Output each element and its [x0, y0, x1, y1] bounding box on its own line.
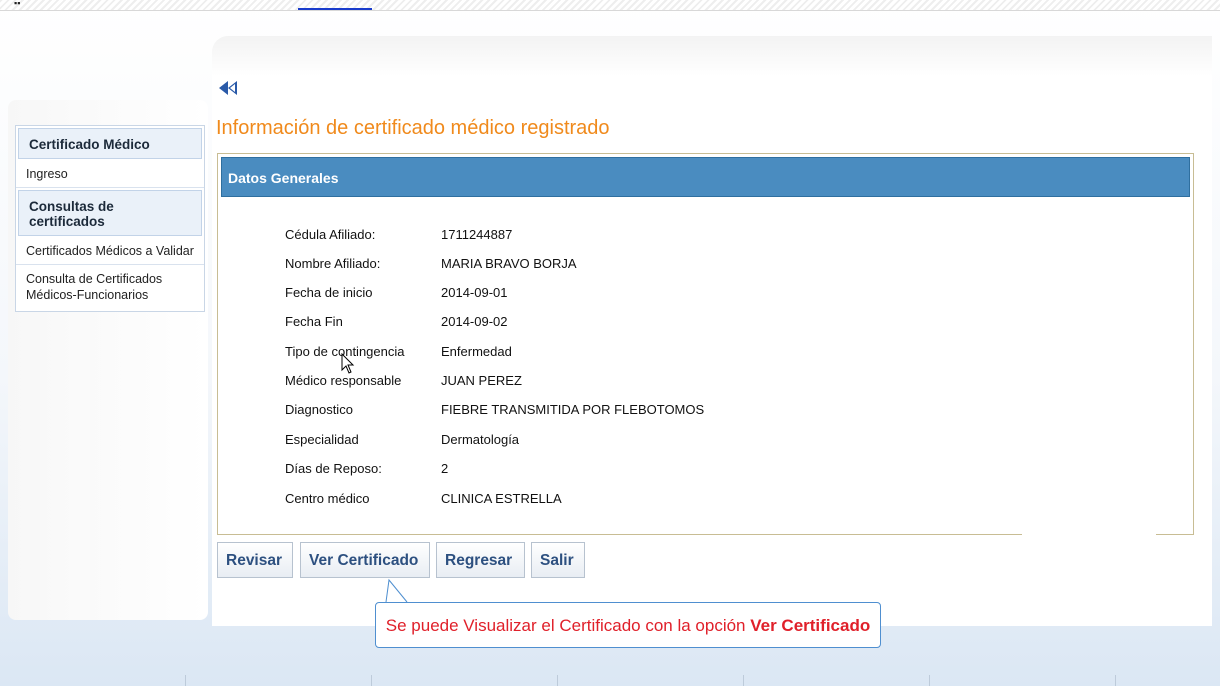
sidebar-item-consulta-line1: Consulta de Certificados — [26, 272, 163, 286]
sidebar-item-ingreso[interactable]: Ingreso — [16, 161, 204, 188]
top-link-underline[interactable] — [298, 8, 372, 10]
field-value-tipo-contingencia: Enfermedad — [441, 344, 512, 359]
field-label-cedula: Cédula Afiliado: — [285, 227, 376, 242]
card-border-gap — [1022, 527, 1156, 539]
field-label-medico: Médico responsable — [285, 373, 402, 388]
field-label-centro-medico: Centro médico — [285, 491, 370, 506]
field-value-cedula: 1711244887 — [441, 227, 513, 242]
salir-button[interactable]: Salir — [531, 542, 585, 578]
sidebar-section-certificado-medico: Certificado Médico — [18, 128, 202, 159]
bottom-decoration — [0, 675, 1220, 686]
callout-text: Se puede Visualizar el Certificado con l… — [385, 616, 751, 635]
back-double-arrow-icon[interactable] — [218, 80, 240, 96]
field-value-nombre: MARIA BRAVO BORJA — [441, 256, 577, 271]
help-callout: Se puede Visualizar el Certificado con l… — [375, 602, 881, 648]
mouse-pointer-icon — [341, 353, 355, 374]
callout-emphasis: Ver Certificado — [750, 616, 871, 635]
field-label-tipo-contingencia: Tipo de contingencia — [285, 344, 405, 359]
field-label-diagnostico: Diagnostico — [285, 402, 353, 417]
top-strip — [0, 0, 1220, 11]
section-header: Datos Generales — [221, 157, 1190, 197]
revisar-button[interactable]: Revisar — [217, 542, 293, 578]
field-value-centro-medico: CLINICA ESTRELLA — [441, 491, 562, 506]
sidebar-item-certificados-a-validar[interactable]: Certificados Médicos a Validar — [16, 238, 204, 265]
sidebar-section-consultas: Consultas de certificados — [18, 190, 202, 236]
field-value-dias-reposo: 2 — [441, 461, 449, 476]
field-value-fecha-fin: 2014-09-02 — [441, 314, 508, 329]
sidebar: Certificado Médico Ingreso Consultas de … — [15, 125, 205, 312]
sidebar-item-consulta-line2: Médicos-Funcionarios — [26, 288, 149, 302]
regresar-button[interactable]: Regresar — [436, 542, 525, 578]
field-value-fecha-inicio: 2014-09-01 — [441, 285, 508, 300]
field-value-diagnostico: FIEBRE TRANSMITIDA POR FLEBOTOMOS — [441, 402, 705, 417]
field-label-fecha-fin: Fecha Fin — [285, 314, 343, 329]
field-label-especialidad: Especialidad — [285, 432, 359, 447]
page-title: Información de certificado médico regist… — [216, 117, 610, 139]
field-label-dias-reposo: Días de Reposo: — [285, 461, 382, 476]
ver-certificado-button[interactable]: Ver Certificado — [300, 542, 430, 578]
sidebar-item-consulta-funcionarios[interactable]: Consulta de Certificados Médicos-Funcion… — [16, 265, 204, 311]
top-corner-mark: ▪▪ — [14, 0, 21, 8]
field-value-medico: JUAN PEREZ — [441, 373, 522, 388]
general-data-card: Datos Generales Cédula Afiliado: 1711244… — [217, 153, 1194, 539]
field-value-especialidad: Dermatología — [441, 432, 520, 447]
field-label-nombre: Nombre Afiliado: — [285, 256, 381, 271]
field-label-fecha-inicio: Fecha de inicio — [285, 285, 373, 300]
